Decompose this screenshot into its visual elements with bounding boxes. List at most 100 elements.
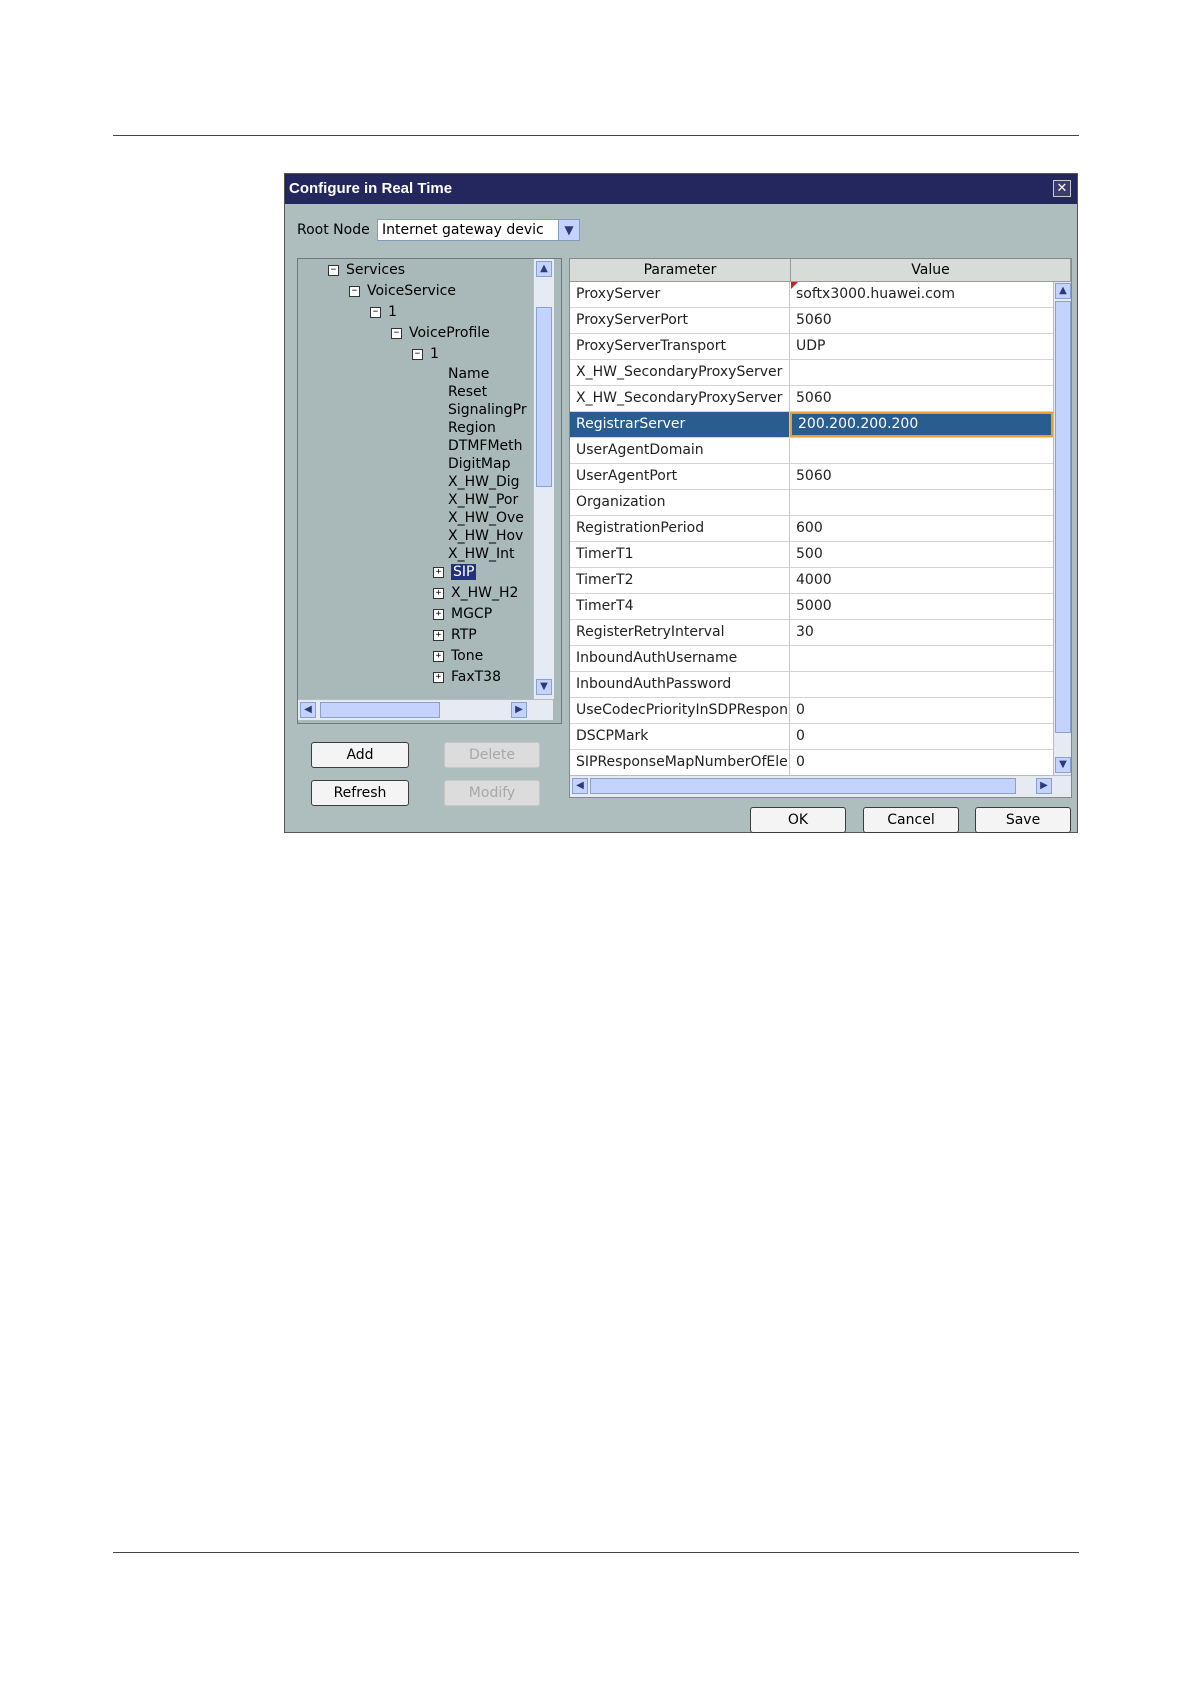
table-row[interactable]: RegistrationPeriod 600: [570, 516, 1053, 542]
parameter-cell[interactable]: X_HW_SecondaryProxyServer: [570, 360, 790, 385]
expand-icon[interactable]: +: [433, 629, 444, 641]
parameter-cell[interactable]: ProxyServer: [570, 282, 790, 307]
scroll-up-icon[interactable]: ▲: [1055, 283, 1071, 299]
scroll-right-icon[interactable]: ▶: [511, 702, 527, 718]
column-header-value[interactable]: Value: [791, 259, 1071, 281]
parameter-cell[interactable]: X_HW_SecondaryProxyServer: [570, 386, 790, 411]
table-row[interactable]: UseCodecPriorityInSDPRespon 0: [570, 698, 1053, 724]
value-cell[interactable]: 0: [790, 750, 1053, 775]
tree-node[interactable]: SignalingPr: [448, 401, 527, 419]
scroll-thumb[interactable]: [320, 702, 440, 718]
table-row[interactable]: DSCPMark 0: [570, 724, 1053, 750]
table-row[interactable]: TimerT1 500: [570, 542, 1053, 568]
table-row[interactable]: InboundAuthUsername: [570, 646, 1053, 672]
table-row[interactable]: UserAgentDomain: [570, 438, 1053, 464]
scroll-left-icon[interactable]: ◀: [572, 778, 588, 794]
parameter-cell[interactable]: DSCPMark: [570, 724, 790, 749]
refresh-button[interactable]: Refresh: [311, 780, 409, 806]
parameter-cell[interactable]: Organization: [570, 490, 790, 515]
value-cell[interactable]: [790, 490, 1053, 515]
column-header-parameter[interactable]: Parameter: [570, 259, 791, 281]
tree-node[interactable]: Name: [448, 365, 489, 383]
grid-horizontal-scrollbar[interactable]: ◀ ▶: [570, 775, 1071, 797]
expand-icon[interactable]: +: [433, 566, 444, 578]
table-row[interactable]: TimerT2 4000: [570, 568, 1053, 594]
value-cell[interactable]: 5060: [790, 464, 1053, 489]
value-cell[interactable]: [790, 646, 1053, 671]
tree-node[interactable]: − VoiceService: [349, 282, 456, 300]
tree-node[interactable]: X_HW_Ove: [448, 509, 524, 527]
table-row[interactable]: TimerT4 5000: [570, 594, 1053, 620]
ok-button[interactable]: OK: [750, 807, 846, 833]
tree-node[interactable]: DTMFMeth: [448, 437, 523, 455]
collapse-icon[interactable]: −: [328, 264, 339, 276]
expand-icon[interactable]: +: [433, 650, 444, 662]
parameter-cell[interactable]: RegisterRetryInterval: [570, 620, 790, 645]
tree-horizontal-scrollbar[interactable]: ◀ ▶: [298, 699, 553, 720]
parameter-cell[interactable]: SIPResponseMapNumberOfEle: [570, 750, 790, 775]
tree-node[interactable]: + X_HW_H2: [433, 584, 518, 602]
collapse-icon[interactable]: −: [391, 327, 402, 339]
tree-node[interactable]: −1: [412, 345, 439, 363]
tree-node[interactable]: Region: [448, 419, 496, 437]
value-cell[interactable]: 30: [790, 620, 1053, 645]
delete-button[interactable]: Delete: [444, 742, 540, 768]
value-cell[interactable]: 5060: [790, 308, 1053, 333]
scroll-down-icon[interactable]: ▼: [1055, 757, 1071, 773]
scroll-thumb[interactable]: [590, 778, 1016, 794]
parameter-cell[interactable]: TimerT4: [570, 594, 790, 619]
tree-node[interactable]: + FaxT38: [433, 668, 501, 686]
value-cell[interactable]: 0: [790, 698, 1053, 723]
value-cell[interactable]: UDP: [790, 334, 1053, 359]
parameter-cell[interactable]: TimerT1: [570, 542, 790, 567]
parameter-cell[interactable]: InboundAuthPassword: [570, 672, 790, 697]
scroll-thumb[interactable]: [536, 307, 552, 487]
table-row[interactable]: Organization: [570, 490, 1053, 516]
scroll-down-icon[interactable]: ▼: [536, 679, 552, 695]
table-row[interactable]: RegistrarServer 200.200.200.200: [570, 412, 1053, 438]
tree-node[interactable]: X_HW_Hov: [448, 527, 523, 545]
expand-icon[interactable]: +: [433, 608, 444, 620]
modify-button[interactable]: Modify: [444, 780, 540, 806]
value-cell[interactable]: 4000: [790, 568, 1053, 593]
tree-vertical-scrollbar[interactable]: ▲ ▼: [533, 259, 554, 699]
tree-node[interactable]: − Services: [328, 261, 405, 279]
tree-node[interactable]: X_HW_Dig: [448, 473, 520, 491]
cancel-button[interactable]: Cancel: [863, 807, 959, 833]
table-row[interactable]: X_HW_SecondaryProxyServer 5060: [570, 386, 1053, 412]
value-cell[interactable]: softx3000.huawei.com: [790, 282, 1053, 307]
title-bar[interactable]: Configure in Real Time ✕: [285, 174, 1077, 204]
parameter-cell[interactable]: TimerT2: [570, 568, 790, 593]
table-row[interactable]: InboundAuthPassword: [570, 672, 1053, 698]
parameter-cell[interactable]: RegistrarServer: [570, 412, 790, 437]
tree-node[interactable]: X_HW_Int: [448, 545, 514, 563]
value-cell[interactable]: 5000: [790, 594, 1053, 619]
value-cell[interactable]: 600: [790, 516, 1053, 541]
value-cell[interactable]: 500: [790, 542, 1053, 567]
scroll-thumb[interactable]: [1055, 301, 1071, 733]
tree-node[interactable]: − VoiceProfile: [391, 324, 490, 342]
collapse-icon[interactable]: −: [349, 285, 360, 297]
root-node-select[interactable]: Internet gateway devic ▼: [377, 219, 580, 241]
value-cell[interactable]: [790, 438, 1053, 463]
table-row[interactable]: RegisterRetryInterval 30: [570, 620, 1053, 646]
scroll-left-icon[interactable]: ◀: [300, 702, 316, 718]
expand-icon[interactable]: +: [433, 671, 444, 683]
parameter-cell[interactable]: InboundAuthUsername: [570, 646, 790, 671]
save-button[interactable]: Save: [975, 807, 1071, 833]
table-row[interactable]: ProxyServerTransport UDP: [570, 334, 1053, 360]
chevron-down-icon[interactable]: ▼: [558, 220, 579, 240]
table-row[interactable]: SIPResponseMapNumberOfEle 0: [570, 750, 1053, 775]
value-cell[interactable]: 5060: [790, 386, 1053, 411]
table-row[interactable]: X_HW_SecondaryProxyServer: [570, 360, 1053, 386]
close-icon[interactable]: ✕: [1053, 180, 1071, 197]
tree-node[interactable]: DigitMap: [448, 455, 510, 473]
grid-vertical-scrollbar[interactable]: ▲ ▼: [1053, 282, 1071, 775]
value-cell[interactable]: 200.200.200.200: [790, 412, 1053, 437]
scroll-right-icon[interactable]: ▶: [1036, 778, 1052, 794]
parameter-cell[interactable]: UserAgentDomain: [570, 438, 790, 463]
value-cell[interactable]: [790, 360, 1053, 385]
table-row[interactable]: ProxyServerPort 5060: [570, 308, 1053, 334]
scroll-up-icon[interactable]: ▲: [536, 261, 552, 277]
expand-icon[interactable]: +: [433, 587, 444, 599]
